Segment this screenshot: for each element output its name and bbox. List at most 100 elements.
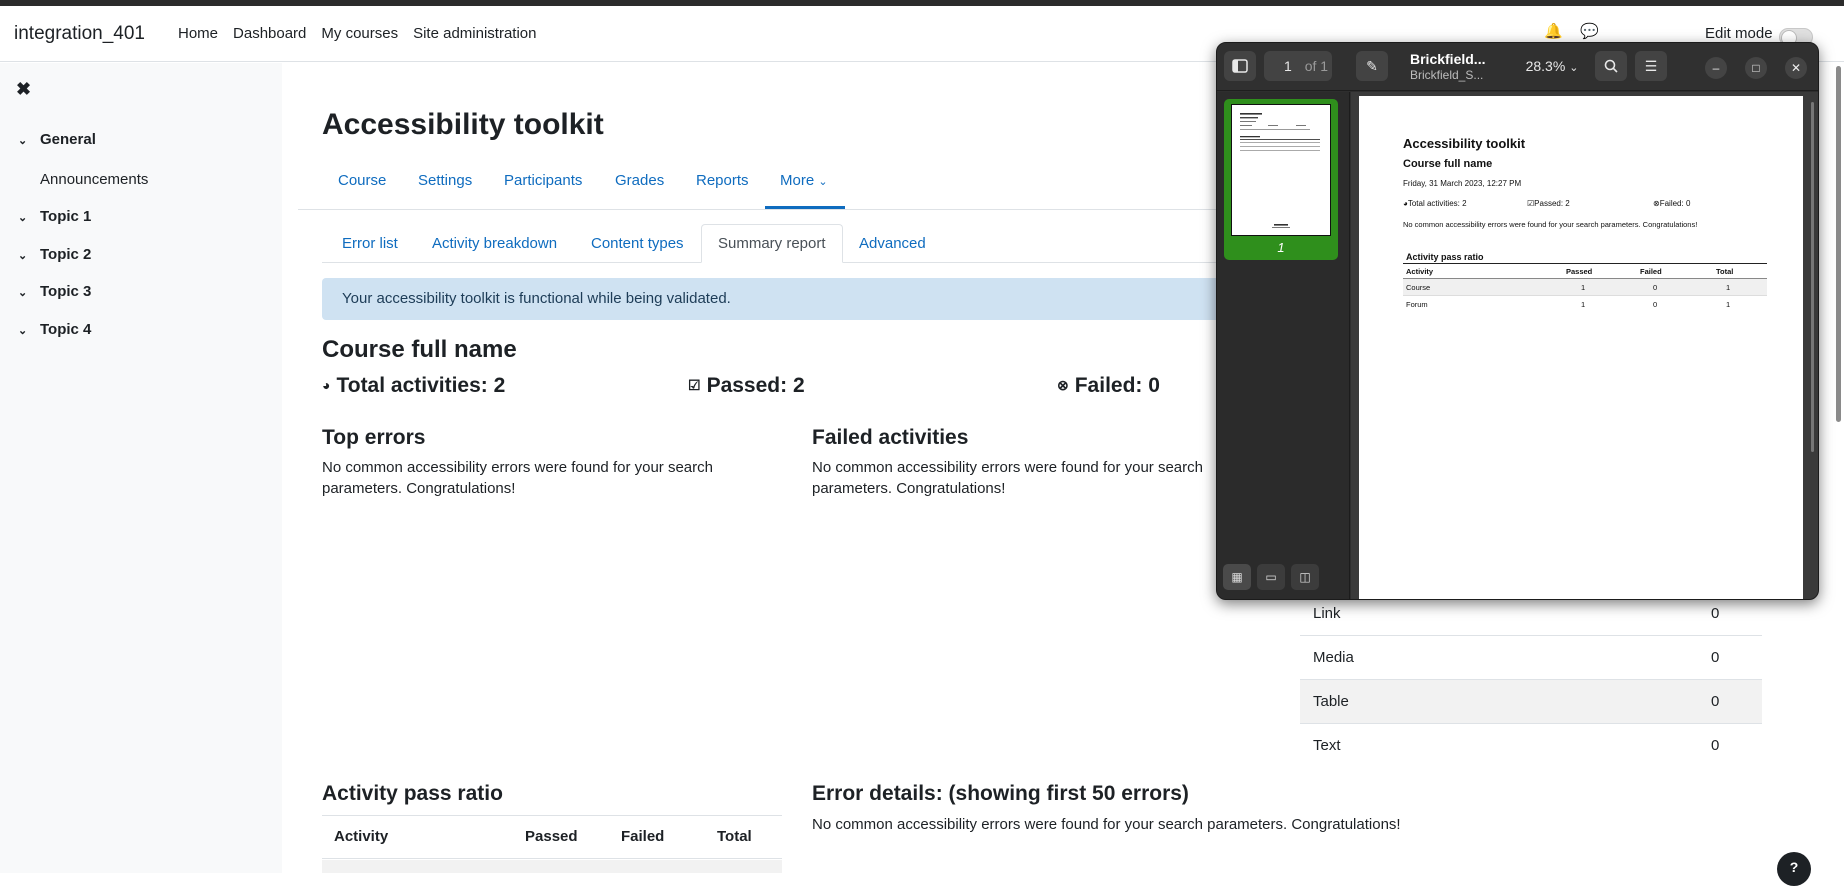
grid-icon: ▦ <box>1231 570 1243 584</box>
zoom-level: 28.3% <box>1525 58 1566 74</box>
search-button[interactable] <box>1595 51 1627 81</box>
hamburger-menu-icon: ☰ <box>1644 58 1658 74</box>
pdf-date: Friday, 31 March 2023, 12:27 PM <box>1403 179 1522 188</box>
help-button[interactable]: ? <box>1777 852 1811 886</box>
sidebar-toggle-button[interactable] <box>1224 51 1256 81</box>
tab-reports[interactable]: Reports <box>696 172 749 189</box>
pdf-row-total: 1 <box>1726 283 1731 292</box>
section-topic-3[interactable]: ⌄ Topic 3 <box>18 283 91 300</box>
page-scrollbar[interactable] <box>1836 66 1841 422</box>
search-icon <box>1604 59 1618 73</box>
pdf-ratio-heading: Activity pass ratio <box>1406 252 1484 262</box>
main-menu-button[interactable]: ☰ <box>1635 51 1667 81</box>
messages-icon[interactable]: 💬 <box>1580 22 1599 40</box>
thumbnail-preview <box>1240 113 1320 228</box>
site-brand[interactable]: integration_401 <box>14 23 145 45</box>
toolkit-tabs: Error list Activity breakdown Content ty… <box>322 224 1222 263</box>
close-icon: ✕ <box>1790 61 1802 75</box>
divider <box>322 815 782 816</box>
section-label: Topic 1 <box>40 208 92 225</box>
bookmark-icon: ◫ <box>1299 570 1311 584</box>
close-window-button[interactable]: ✕ <box>1785 57 1807 79</box>
divider <box>322 858 782 859</box>
pdf-stat-passed-text: Passed: 2 <box>1534 199 1570 208</box>
annotations-view-button[interactable]: ▭ <box>1257 564 1285 590</box>
pdf-row-failed: 0 <box>1653 283 1658 292</box>
chevron-down-icon[interactable]: ⌄ <box>18 249 32 262</box>
tab-more[interactable]: More ⌄ <box>780 172 828 189</box>
tab-error-list[interactable]: Error list <box>342 235 398 252</box>
pdf-col-activity: Activity <box>1406 267 1434 276</box>
section-topic-4[interactable]: ⌄ Topic 4 <box>18 321 91 338</box>
tab-activity-breakdown[interactable]: Activity breakdown <box>432 235 557 252</box>
thumbnail-page-1[interactable]: 1 <box>1224 99 1338 260</box>
info-alert: Your accessibility toolkit is functional… <box>322 278 1222 320</box>
table-row: Table 0 <box>1300 679 1762 723</box>
sidebar-item-announcements[interactable]: Announcements <box>40 171 148 188</box>
divider <box>1403 263 1767 264</box>
annotate-button[interactable]: ✎ <box>1356 51 1388 81</box>
pdf-stat-failed: ⊗Failed: 0 <box>1653 199 1690 208</box>
course-secondary-navigation: Course Settings Participants Grades Repo… <box>298 160 1218 210</box>
content-type-count: 0 <box>1711 737 1720 754</box>
content-type-name: Media <box>1313 649 1354 666</box>
maximize-button[interactable]: □ <box>1745 57 1767 79</box>
nav-site-administration-link[interactable]: Site administration <box>413 25 536 42</box>
document-scrollbar[interactable] <box>1811 102 1814 452</box>
tab-participants[interactable]: Participants <box>504 172 582 189</box>
section-topic-2[interactable]: ⌄ Topic 2 <box>18 246 91 263</box>
stat-passed-text: Passed: 2 <box>706 374 805 397</box>
table-row: Media 0 <box>1300 635 1762 679</box>
stat-failed-text: Failed: 0 <box>1074 374 1160 397</box>
tab-settings[interactable]: Settings <box>418 172 472 189</box>
thumbnails-view-button[interactable]: ▦ <box>1223 564 1251 590</box>
section-general[interactable]: ⌄ General <box>18 131 96 148</box>
tab-more-label: More <box>780 172 815 189</box>
page-number-entry[interactable]: 1 of 1 <box>1264 51 1332 81</box>
section-topic-1[interactable]: ⌄ Topic 1 <box>18 208 91 225</box>
content-type-name: Link <box>1313 605 1341 622</box>
chevron-down-icon[interactable]: ⌄ <box>18 134 32 147</box>
minimize-icon: – <box>1712 61 1720 75</box>
document-view[interactable]: Accessibility toolkit Course full name F… <box>1351 92 1818 599</box>
tab-content-types[interactable]: Content types <box>591 235 684 252</box>
column-header-activity: Activity <box>334 828 389 845</box>
content-type-count: 0 <box>1711 605 1720 622</box>
pdf-row-passed: 1 <box>1581 300 1586 309</box>
content-type-name: Text <box>1313 737 1341 754</box>
circle-x-icon: ⊗ <box>1057 377 1069 393</box>
pdf-col-total: Total <box>1716 267 1734 276</box>
bookmarks-view-button[interactable]: ◫ <box>1291 564 1319 590</box>
chevron-down-icon: ⌄ <box>1569 62 1579 74</box>
pdf-row-total: 1 <box>1726 300 1731 309</box>
pdf-viewer-headerbar: 1 of 1 ✎ Brickfield... Brickfield_S... 2… <box>1217 43 1818 91</box>
pencil-icon: ✎ <box>1366 58 1378 74</box>
tab-grades[interactable]: Grades <box>615 172 664 189</box>
course-index-drawer: ✖ ⌄ General Announcements ⌄ Topic 1 ⌄ Topic… <box>0 63 282 873</box>
chevron-down-icon[interactable]: ⌄ <box>18 286 32 299</box>
pdf-message: No common accessibility errors were foun… <box>1403 220 1698 229</box>
nav-my-courses-link[interactable]: My courses <box>321 25 398 42</box>
close-drawer-icon[interactable]: ✖ <box>16 79 31 100</box>
tab-summary-report[interactable]: Summary report <box>701 224 843 263</box>
pdf-stat-passed: ☑Passed: 2 <box>1527 199 1570 208</box>
pdf-col-passed: Passed <box>1566 267 1593 276</box>
pdf-viewer-window: 1 of 1 ✎ Brickfield... Brickfield_S... 2… <box>1216 42 1819 600</box>
content-type-count: 0 <box>1711 693 1720 710</box>
nav-home-link[interactable]: Home <box>178 25 218 42</box>
minimize-button[interactable]: – <box>1705 57 1727 79</box>
check-square-icon: ☑ <box>688 377 701 393</box>
zoom-menu-button[interactable]: 28.3% ⌄ <box>1513 51 1591 81</box>
table-row <box>322 860 782 873</box>
chevron-down-icon[interactable]: ⌄ <box>18 211 32 224</box>
tab-advanced[interactable]: Advanced <box>859 235 926 252</box>
page-current[interactable]: 1 <box>1284 58 1292 74</box>
activity-pass-ratio-heading: Activity pass ratio <box>322 782 503 805</box>
section-label: Topic 4 <box>40 321 92 338</box>
nav-dashboard-link[interactable]: Dashboard <box>233 25 306 42</box>
pdf-col-failed: Failed <box>1640 267 1662 276</box>
notifications-bell-icon[interactable]: 🔔 <box>1544 22 1563 40</box>
tab-course[interactable]: Course <box>338 172 386 189</box>
pdf-page: Accessibility toolkit Course full name F… <box>1359 96 1803 599</box>
chevron-down-icon[interactable]: ⌄ <box>18 324 32 337</box>
